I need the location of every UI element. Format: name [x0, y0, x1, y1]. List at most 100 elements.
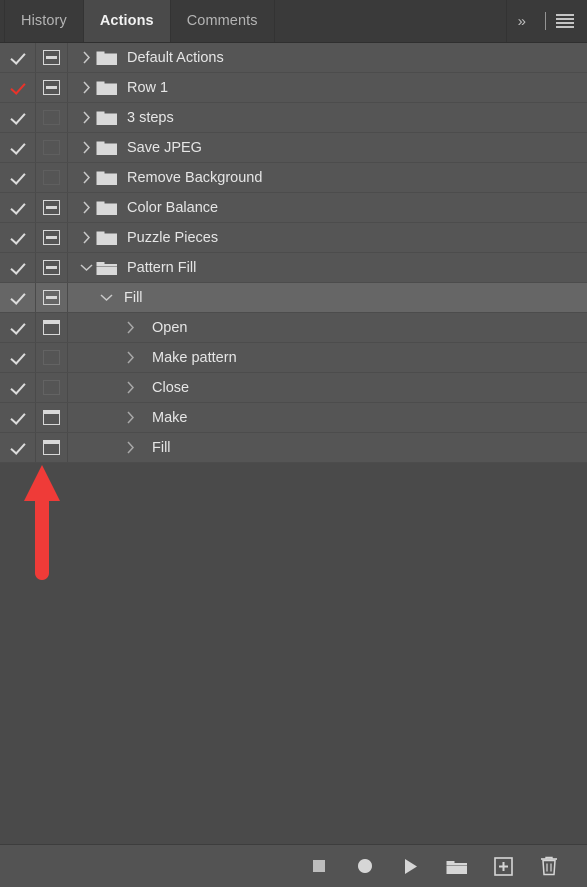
stop-button[interactable]	[307, 854, 331, 878]
toggle-dialog-cell[interactable]	[36, 163, 68, 192]
chevron-right-icon[interactable]	[76, 111, 96, 124]
chevron-right-icon[interactable]	[76, 231, 96, 244]
toggle-dialog-cell[interactable]	[36, 103, 68, 132]
checkmark-icon[interactable]	[10, 350, 25, 365]
table-row[interactable]: 3 steps	[0, 103, 587, 133]
table-row[interactable]: Pattern Fill	[0, 253, 587, 283]
delete-trash-icon[interactable]	[537, 854, 561, 878]
checkmark-icon[interactable]	[10, 440, 25, 455]
modal-dialog-toggle-icon[interactable]	[43, 200, 60, 215]
checkmark-icon[interactable]	[10, 50, 25, 65]
row-content[interactable]: Pattern Fill	[68, 253, 587, 282]
table-row[interactable]: Make pattern	[0, 343, 587, 373]
toggle-dialog-cell[interactable]	[36, 223, 68, 252]
toggle-dialog-cell[interactable]	[36, 373, 68, 402]
row-content[interactable]: Row 1	[68, 73, 587, 102]
toggle-dialog-cell[interactable]	[36, 283, 68, 312]
toggle-on-off-cell[interactable]	[0, 103, 36, 132]
toggle-dialog-cell[interactable]	[36, 73, 68, 102]
checkmark-icon[interactable]	[10, 380, 25, 395]
chevron-down-icon[interactable]	[76, 263, 96, 272]
checkmark-icon[interactable]	[10, 200, 25, 215]
checkmark-icon[interactable]	[10, 260, 25, 275]
row-content[interactable]: Close	[68, 373, 587, 402]
checkmark-icon[interactable]	[10, 320, 25, 335]
toggle-on-off-cell[interactable]	[0, 223, 36, 252]
tab-comments[interactable]: Comments	[171, 0, 275, 42]
toggle-on-off-cell[interactable]	[0, 253, 36, 282]
dialog-toggle-icon[interactable]	[43, 380, 60, 395]
table-row[interactable]: Make	[0, 403, 587, 433]
toggle-on-off-cell[interactable]	[0, 343, 36, 372]
dialog-toggle-icon[interactable]	[43, 320, 60, 335]
dialog-toggle-icon[interactable]	[43, 140, 60, 155]
table-row[interactable]: Row 1	[0, 73, 587, 103]
dialog-toggle-icon[interactable]	[43, 440, 60, 455]
checkmark-icon[interactable]	[10, 80, 25, 95]
table-row[interactable]: Save JPEG	[0, 133, 587, 163]
toggle-dialog-cell[interactable]	[36, 193, 68, 222]
checkmark-icon[interactable]	[10, 290, 25, 305]
modal-dialog-toggle-icon[interactable]	[43, 50, 60, 65]
row-content[interactable]: Default Actions	[68, 43, 587, 72]
row-content[interactable]: Open	[68, 313, 587, 342]
expand-panel-icon[interactable]: »	[507, 13, 535, 30]
toggle-dialog-cell[interactable]	[36, 433, 68, 462]
tab-history[interactable]: History	[4, 0, 84, 42]
toggle-dialog-cell[interactable]	[36, 253, 68, 282]
new-action-plus-icon[interactable]	[491, 854, 515, 878]
table-row[interactable]: Fill	[0, 283, 587, 313]
checkmark-icon[interactable]	[10, 230, 25, 245]
dialog-toggle-icon[interactable]	[43, 350, 60, 365]
checkmark-icon[interactable]	[10, 410, 25, 425]
modal-dialog-toggle-icon[interactable]	[43, 260, 60, 275]
toggle-on-off-cell[interactable]	[0, 73, 36, 102]
chevron-right-icon[interactable]	[76, 51, 96, 64]
toggle-dialog-cell[interactable]	[36, 403, 68, 432]
row-content[interactable]: Save JPEG	[68, 133, 587, 162]
dialog-toggle-icon[interactable]	[43, 410, 60, 425]
hamburger-menu-icon[interactable]	[556, 14, 574, 28]
modal-dialog-toggle-icon[interactable]	[43, 230, 60, 245]
table-row[interactable]: Remove Background	[0, 163, 587, 193]
chevron-right-icon[interactable]	[76, 201, 96, 214]
chevron-right-icon[interactable]	[76, 81, 96, 94]
chevron-down-icon[interactable]	[96, 293, 116, 302]
toggle-on-off-cell[interactable]	[0, 433, 36, 462]
toggle-on-off-cell[interactable]	[0, 403, 36, 432]
checkmark-icon[interactable]	[10, 140, 25, 155]
table-row[interactable]: Default Actions	[0, 43, 587, 73]
row-content[interactable]: 3 steps	[68, 103, 587, 132]
row-content[interactable]: Puzzle Pieces	[68, 223, 587, 252]
toggle-dialog-cell[interactable]	[36, 133, 68, 162]
chevron-right-icon[interactable]	[120, 351, 140, 364]
record-button[interactable]	[353, 854, 377, 878]
play-button[interactable]	[399, 854, 423, 878]
table-row[interactable]: Puzzle Pieces	[0, 223, 587, 253]
chevron-right-icon[interactable]	[76, 171, 96, 184]
chevron-right-icon[interactable]	[120, 321, 140, 334]
new-set-folder-icon[interactable]	[445, 854, 469, 878]
toggle-on-off-cell[interactable]	[0, 193, 36, 222]
row-content[interactable]: Fill	[68, 433, 587, 462]
chevron-right-icon[interactable]	[76, 141, 96, 154]
table-row[interactable]: Open	[0, 313, 587, 343]
checkmark-icon[interactable]	[10, 170, 25, 185]
toggle-on-off-cell[interactable]	[0, 283, 36, 312]
dialog-toggle-icon[interactable]	[43, 110, 60, 125]
toggle-on-off-cell[interactable]	[0, 373, 36, 402]
chevron-right-icon[interactable]	[120, 441, 140, 454]
row-content[interactable]: Fill	[68, 283, 587, 312]
row-content[interactable]: Make pattern	[68, 343, 587, 372]
chevron-right-icon[interactable]	[120, 411, 140, 424]
checkmark-icon[interactable]	[10, 110, 25, 125]
actions-list[interactable]: Default Actions Row 1 3 steps Save JPEG …	[0, 43, 587, 844]
dialog-toggle-icon[interactable]	[43, 170, 60, 185]
table-row[interactable]: Close	[0, 373, 587, 403]
toggle-on-off-cell[interactable]	[0, 313, 36, 342]
toggle-on-off-cell[interactable]	[0, 133, 36, 162]
modal-dialog-toggle-icon[interactable]	[43, 80, 60, 95]
row-content[interactable]: Remove Background	[68, 163, 587, 192]
toggle-on-off-cell[interactable]	[0, 43, 36, 72]
toggle-dialog-cell[interactable]	[36, 343, 68, 372]
